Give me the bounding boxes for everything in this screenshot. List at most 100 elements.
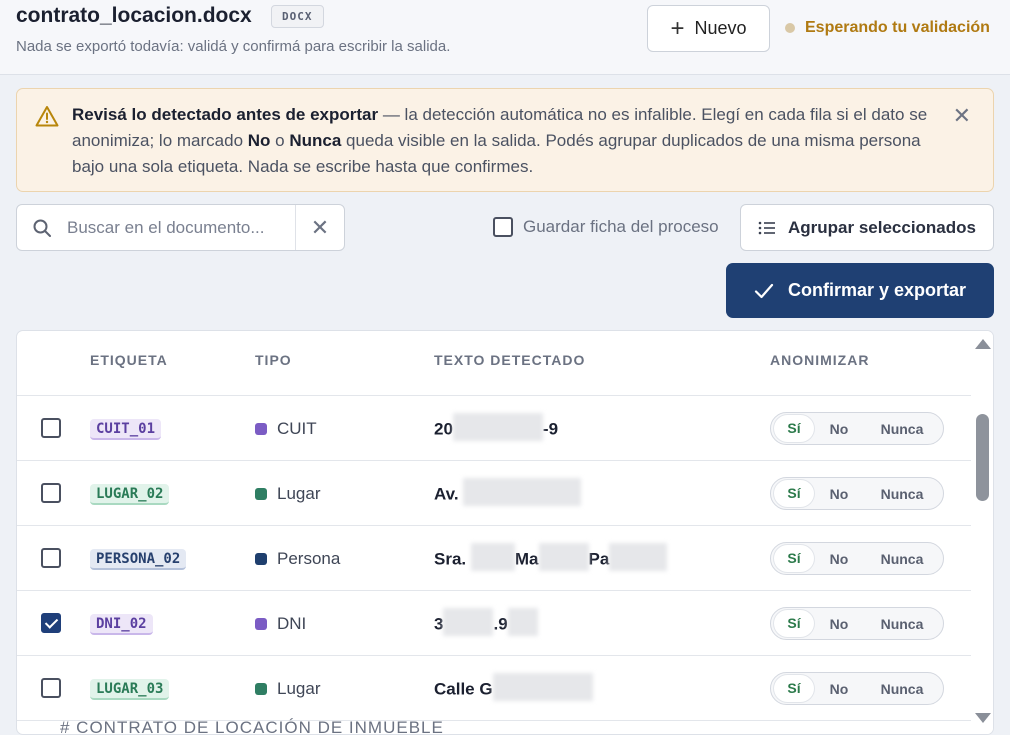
tag-label: CUIT_01 — [90, 419, 162, 440]
option-no[interactable]: No — [814, 421, 864, 437]
close-icon[interactable]: ✕ — [953, 103, 971, 129]
table-scrollbar[interactable] — [971, 331, 993, 734]
save-process-box[interactable] — [493, 217, 513, 237]
type-cell: DNI — [255, 614, 306, 634]
anonymize-toggle: Sí No Nunca — [770, 542, 944, 575]
detected-text-end: Pa — [588, 549, 610, 569]
table-row[interactable]: CUIT_01 CUIT 20 -9 Sí No Nunca — [17, 396, 971, 461]
detected-text: Sra. Ma Pa — [434, 543, 668, 571]
table-row[interactable]: LUGAR_03 Lugar Calle G Sí No Nunca — [17, 656, 971, 721]
row-checkbox[interactable] — [41, 418, 61, 438]
option-yes[interactable]: Sí — [774, 415, 814, 442]
alert-no: No — [247, 131, 271, 150]
table-row[interactable]: LUGAR_02 Lugar Av. Sí No Nunca — [17, 461, 971, 526]
option-no[interactable]: No — [814, 551, 864, 567]
anonymize-toggle: Sí No Nunca — [770, 412, 944, 445]
redacted-blur — [470, 543, 515, 571]
check-icon — [754, 283, 774, 298]
header-anonymize[interactable]: ANONIMIZAR — [770, 352, 869, 368]
redacted-blur — [609, 543, 668, 571]
document-preview-peek: # CONTRATO DE LOCACIÓN DE INMUEBLE — [60, 718, 444, 735]
confirm-export-button[interactable]: Confirmar y exportar — [726, 263, 994, 318]
table-row[interactable]: PERSONA_02 Persona Sra. Ma Pa Sí No Nunca — [17, 526, 971, 591]
type-cell: Lugar — [255, 679, 320, 699]
redacted-blur — [507, 608, 538, 636]
detected-text-end: -9 — [542, 419, 559, 439]
new-button-label: Nuevo — [694, 18, 747, 38]
header: contrato_locacion.docx DOCX Nada se expo… — [0, 0, 1010, 75]
table-header: ETIQUETA TIPO TEXTO DETECTADO ANONIMIZAR — [17, 331, 971, 396]
option-yes[interactable]: Sí — [774, 610, 814, 637]
new-button[interactable]: + Nuevo — [647, 5, 770, 52]
warning-icon — [35, 106, 59, 127]
type-cell: Persona — [255, 549, 340, 569]
alert-never: Nunca — [289, 131, 342, 150]
alert-strong: Revisá lo detectado antes de exportar — [72, 105, 379, 124]
type-dot-icon — [255, 683, 267, 695]
option-no[interactable]: No — [814, 616, 864, 632]
detected-text-start: Sra. — [434, 549, 467, 569]
detected-text-start: Calle G — [434, 679, 493, 699]
detected-text: 3.9 — [434, 608, 538, 636]
tag-label: PERSONA_02 — [90, 549, 187, 570]
search-box: ✕ — [16, 204, 345, 251]
option-never[interactable]: Nunca — [864, 616, 940, 632]
redacted-blur — [443, 608, 494, 636]
review-alert: Revisá lo detectado antes de exportar — … — [16, 88, 994, 192]
table-row[interactable]: DNI_02 DNI 3.9 Sí No Nunca — [17, 591, 971, 656]
type-label: Persona — [277, 549, 341, 568]
export-status-subtitle: Nada se exportó todavía: validá y confir… — [16, 38, 451, 55]
row-checkbox[interactable] — [41, 548, 61, 568]
anonymize-toggle: Sí No Nunca — [770, 672, 944, 705]
scroll-down-icon[interactable] — [975, 713, 991, 723]
scroll-thumb[interactable] — [976, 414, 989, 501]
option-yes[interactable]: Sí — [774, 545, 814, 572]
detected-text-start: 20 — [434, 419, 453, 439]
type-dot-icon — [255, 618, 267, 630]
option-no[interactable]: No — [814, 486, 864, 502]
option-yes[interactable]: Sí — [774, 675, 814, 702]
group-selected-button[interactable]: Agrupar seleccionados — [740, 204, 994, 251]
option-never[interactable]: Nunca — [864, 551, 940, 567]
detected-text-end: .9 — [493, 614, 508, 634]
header-type[interactable]: TIPO — [255, 352, 292, 368]
search-input[interactable] — [67, 215, 297, 241]
option-never[interactable]: Nunca — [864, 421, 940, 437]
detected-text-mid: Ma — [514, 549, 539, 569]
detections-table: ETIQUETA TIPO TEXTO DETECTADO ANONIMIZAR… — [16, 330, 994, 735]
option-no[interactable]: No — [814, 681, 864, 697]
option-never[interactable]: Nunca — [864, 681, 940, 697]
detected-text: 20 -9 — [434, 413, 559, 441]
alert-or: o — [270, 131, 290, 150]
scroll-up-icon[interactable] — [975, 339, 991, 349]
tag-label: LUGAR_03 — [90, 679, 170, 700]
anonymize-toggle: Sí No Nunca — [770, 607, 944, 640]
clear-search-icon[interactable]: ✕ — [295, 205, 345, 250]
search-icon — [33, 219, 51, 237]
detected-text: Av. — [434, 478, 582, 506]
type-cell: CUIT — [255, 419, 317, 439]
option-yes[interactable]: Sí — [774, 480, 814, 507]
status-dot-icon — [785, 23, 795, 33]
type-label: Lugar — [277, 679, 321, 698]
row-checkbox[interactable] — [41, 678, 61, 698]
anonymize-toggle: Sí No Nunca — [770, 477, 944, 510]
type-label: Lugar — [277, 484, 321, 503]
option-never[interactable]: Nunca — [864, 486, 940, 502]
save-process-checkbox[interactable]: Guardar ficha del proceso — [493, 217, 719, 237]
row-checkbox-checked[interactable] — [41, 613, 61, 633]
file-title: contrato_locacion.docx — [16, 4, 252, 27]
detected-text-start: Av. — [434, 484, 459, 504]
plus-icon: + — [670, 14, 685, 42]
redacted-blur — [492, 673, 593, 701]
header-tag[interactable]: ETIQUETA — [90, 352, 168, 368]
type-label: DNI — [277, 614, 307, 633]
type-cell: Lugar — [255, 484, 320, 504]
header-detected-text[interactable]: TEXTO DETECTADO — [434, 352, 585, 368]
type-dot-icon — [255, 488, 267, 500]
row-checkbox[interactable] — [41, 483, 61, 503]
file-type-badge: DOCX — [271, 5, 324, 28]
type-dot-icon — [255, 423, 267, 435]
alert-message: Revisá lo detectado antes de exportar — … — [72, 102, 932, 180]
redacted-blur — [452, 413, 543, 441]
